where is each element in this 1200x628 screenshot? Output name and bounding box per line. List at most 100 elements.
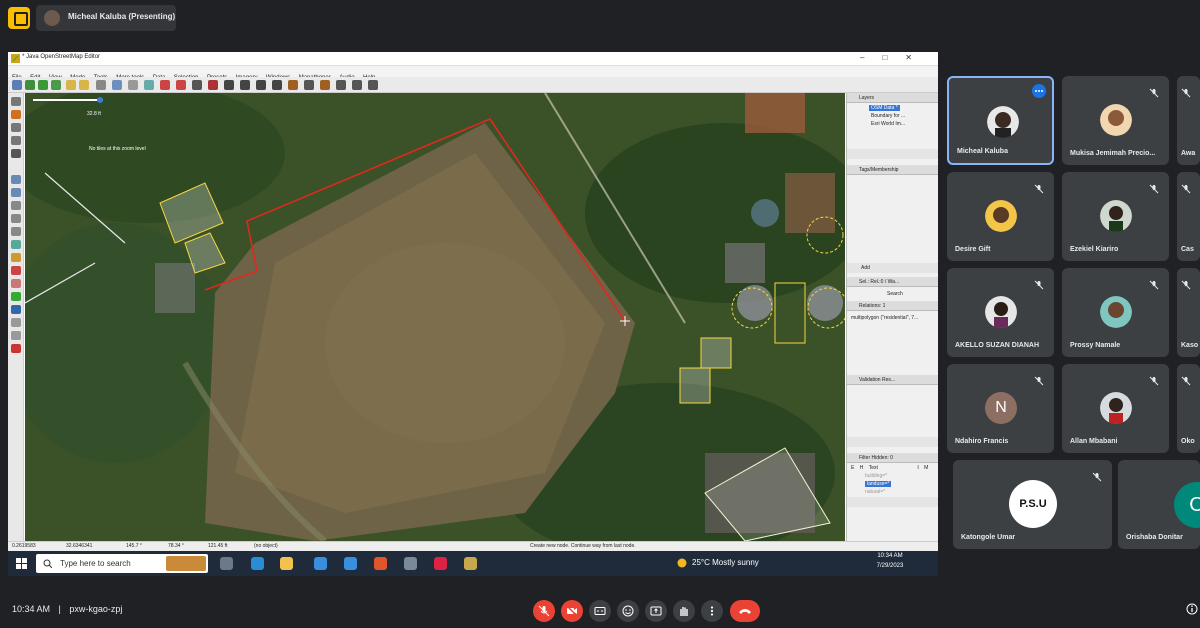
task-view-icon[interactable] [220,557,233,570]
tool-icon[interactable] [160,80,170,90]
delete-tool-icon[interactable] [11,136,21,145]
upload-icon[interactable] [38,80,48,90]
participant-tile[interactable]: Prossy Namale [1062,268,1169,357]
open-icon[interactable] [12,80,22,90]
brave-icon[interactable] [374,557,387,570]
redo-icon[interactable] [79,80,89,90]
tool-icon[interactable] [11,279,21,288]
taskbar-date[interactable]: 7/29/2023 [870,563,910,569]
filter-panel-title[interactable]: Filter Hidden: 0 [847,453,938,463]
presenter-pill[interactable]: Micheal Kaluba (Presenting) [36,5,176,31]
tool-icon[interactable] [11,214,21,223]
validation-panel-title[interactable]: Validation Res... [847,375,938,385]
present-button[interactable] [645,600,667,622]
preset-car-icon[interactable] [240,80,250,90]
layer-item[interactable]: Esri World Im... [871,121,905,127]
participant-tile[interactable]: O Orishaba Donitar [1118,460,1200,549]
tool-icon[interactable] [11,227,21,236]
participant-tile[interactable]: Ezekiel Kiariro [1062,172,1169,261]
preset-icon[interactable] [272,80,282,90]
mic-toggle-button[interactable] [533,600,555,622]
validation-buttons[interactable] [847,437,938,447]
tool-icon[interactable] [11,266,21,275]
participant-tile[interactable]: Kaso [1177,268,1200,357]
tool-icon[interactable] [144,80,154,90]
selection-panel-title[interactable]: Sel.: Rel.:0 / Wa... [847,277,938,287]
josm-task-icon[interactable] [464,557,477,570]
layer-item[interactable]: Boundary for ... [871,113,905,119]
preset-icon[interactable] [208,80,218,90]
filter-buttons[interactable] [847,497,938,507]
filter-row[interactable]: landuse=* [865,481,892,487]
weather-text[interactable]: 25°C Mostly sunny [692,558,759,567]
tool-icon[interactable] [11,253,21,262]
validate-icon[interactable] [11,292,21,301]
relation-item[interactable]: multipolygon ("residential", 7... [851,315,918,321]
taskbar-time[interactable]: 10:34 AM [870,553,910,559]
tool-icon[interactable] [11,331,21,340]
participant-tile[interactable]: Awa [1177,76,1200,165]
layer-item[interactable]: OSM Data * [869,105,900,111]
tool-icon[interactable] [11,318,21,327]
tool-icon[interactable] [11,149,21,158]
add-button[interactable]: Add [861,265,870,271]
zoom-tool-icon[interactable] [11,123,21,132]
preset-icon[interactable] [304,80,314,90]
building-outline[interactable] [679,367,711,404]
preset-icon[interactable] [352,80,362,90]
tool-icon[interactable] [176,80,186,90]
tool-icon[interactable] [128,80,138,90]
filter-row[interactable]: building=* [865,473,887,479]
app-icon[interactable] [404,557,417,570]
search-button[interactable]: Search [887,291,903,297]
participant-tile[interactable]: Oko [1177,364,1200,453]
preferences-icon[interactable] [96,80,106,90]
windows-start-icon[interactable] [16,558,27,569]
preset-icon[interactable] [320,80,330,90]
mail-icon[interactable] [344,557,357,570]
zoom-icon[interactable] [112,80,122,90]
store-icon[interactable] [314,557,327,570]
save-icon[interactable] [25,80,35,90]
end-call-button[interactable] [730,600,760,622]
download-icon[interactable] [51,80,61,90]
location-icon[interactable] [11,344,21,353]
preset-building-icon[interactable] [192,80,202,90]
map-canvas[interactable]: 32.8 ft No tiles at this zoom level [25,93,845,541]
building-outline[interactable] [700,337,732,369]
map-icon[interactable] [11,240,21,249]
participant-tile[interactable]: Micheal Kaluba [947,76,1054,165]
tags-panel-title[interactable]: Tags/Membership [847,165,938,175]
participant-tile[interactable]: Cas [1177,172,1200,261]
participant-tile[interactable]: Desire Gift [947,172,1054,261]
participant-tile[interactable]: P.S.U Katongole Umar [953,460,1112,549]
filter-icon[interactable] [11,305,21,314]
participant-tile[interactable]: N Ndahiro Francis [947,364,1054,453]
chrome-icon[interactable] [434,557,447,570]
info-icon[interactable] [1186,603,1198,615]
tool-icon[interactable] [11,201,21,210]
raise-hand-button[interactable] [673,600,695,622]
layers-panel-title[interactable]: Layers [847,93,938,103]
captions-button[interactable] [589,600,611,622]
zoom-slider-knob[interactable] [97,97,103,103]
taskbar-search[interactable]: Type here to search [36,554,208,573]
participant-tile[interactable]: Allan Mbabani [1062,364,1169,453]
filter-row[interactable]: natural=* [865,489,885,495]
file-explorer-icon[interactable] [280,557,293,570]
layers-buttons[interactable] [847,149,938,159]
undo-icon[interactable] [66,80,76,90]
window-controls[interactable]: –□✕ [860,53,930,62]
relations-panel-title[interactable]: Relations: 1 [847,301,938,311]
more-options-button[interactable] [701,600,723,622]
preset-icon[interactable] [336,80,346,90]
tool-icon[interactable] [11,175,21,184]
preset-icon[interactable] [224,80,234,90]
emoji-button[interactable] [617,600,639,622]
preset-car-icon[interactable] [256,80,266,90]
more-options-icon[interactable] [1032,84,1046,98]
select-tool-icon[interactable] [11,97,21,106]
edge-icon[interactable] [251,557,264,570]
draw-tool-icon[interactable] [11,110,21,119]
participant-tile[interactable]: AKELLO SUZAN DIANAH [947,268,1054,357]
